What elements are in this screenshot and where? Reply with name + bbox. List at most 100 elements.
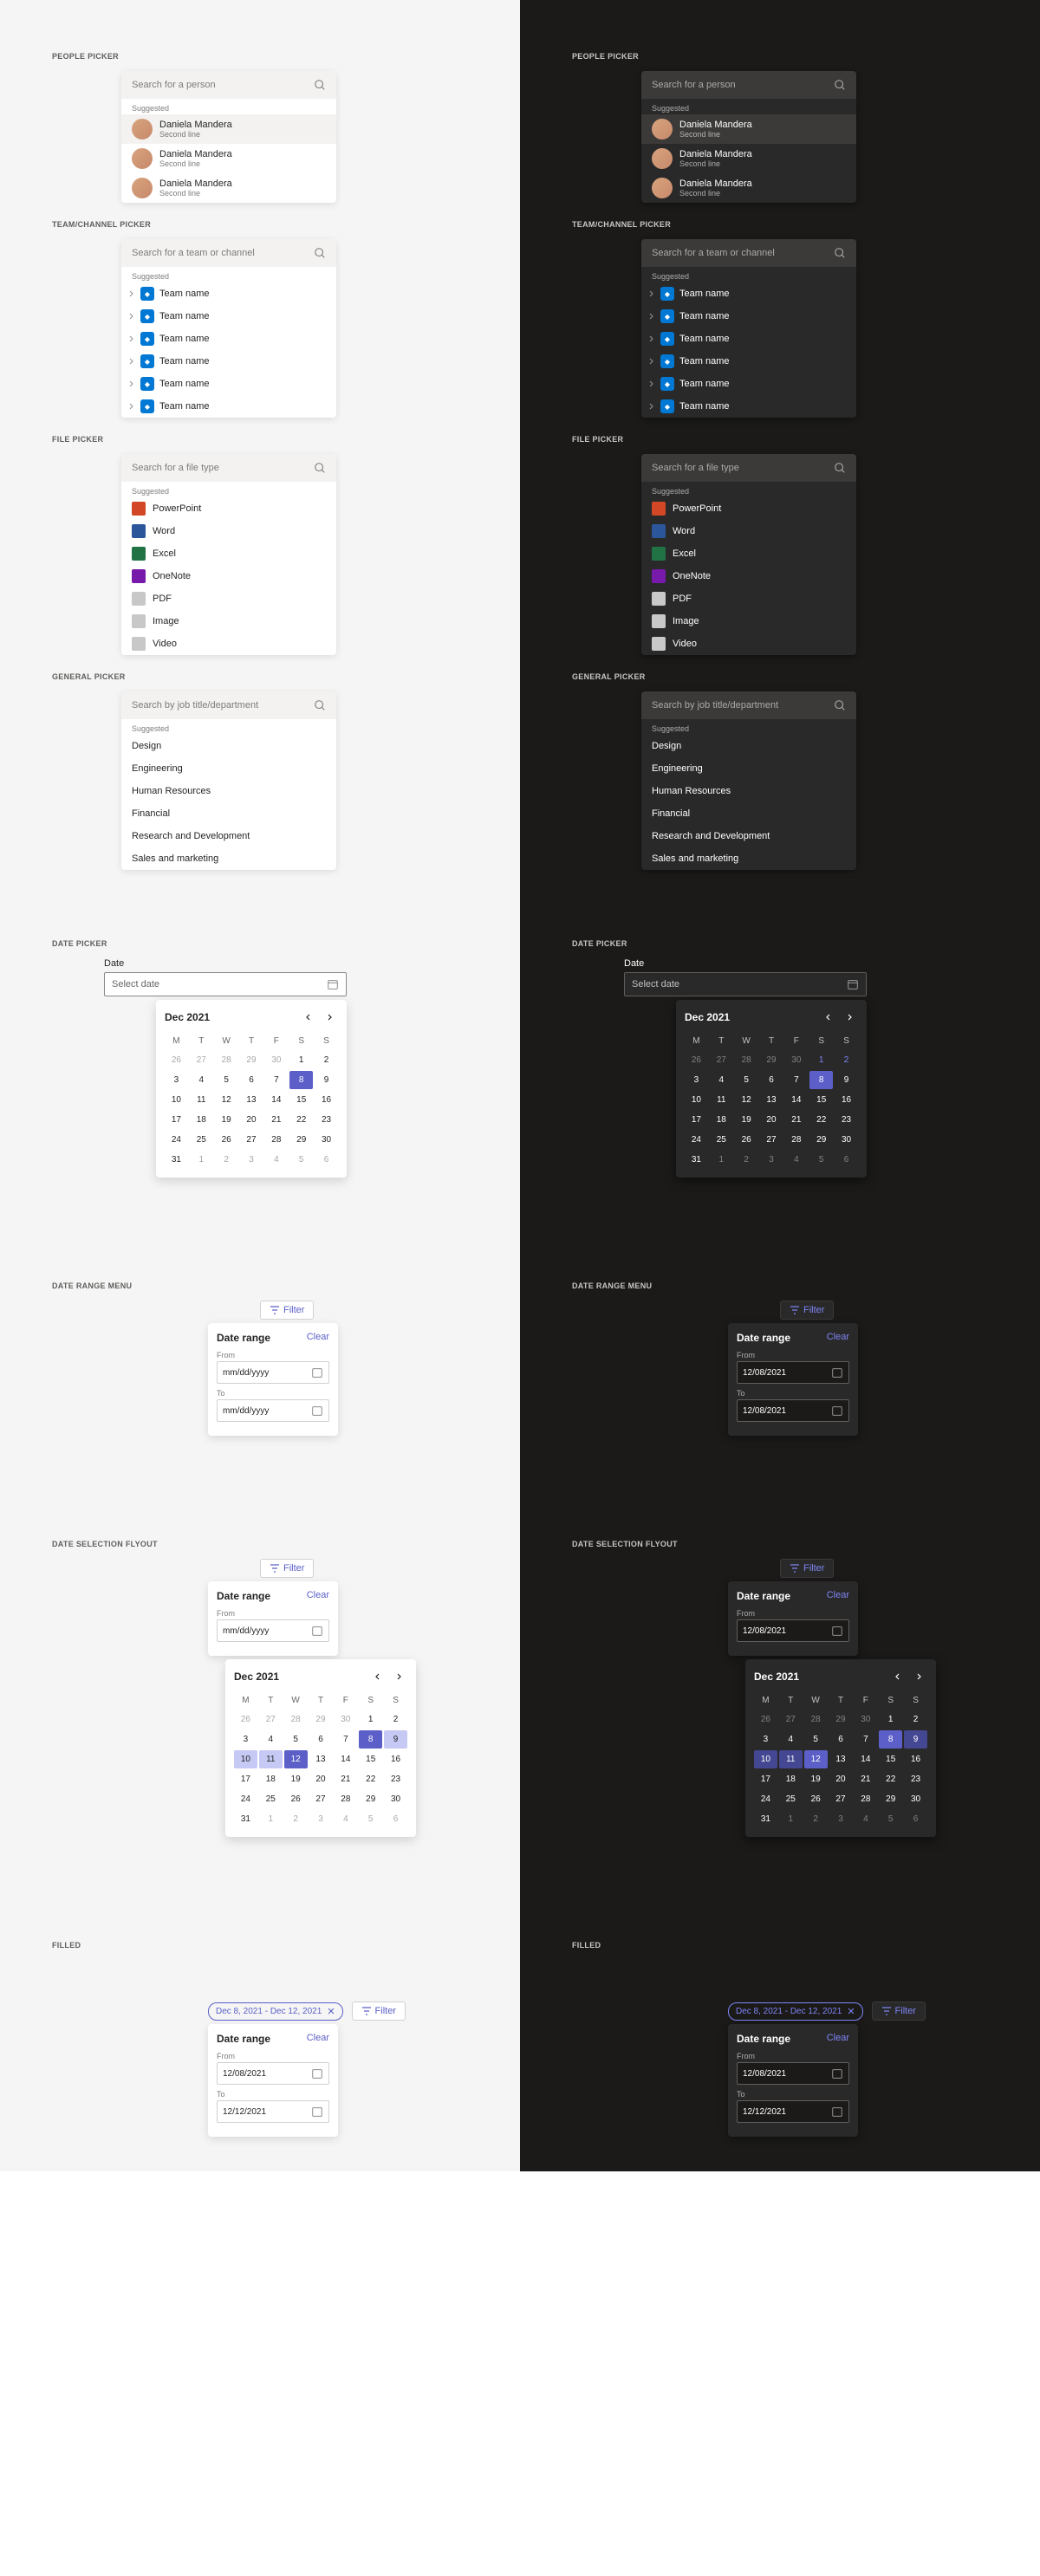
calendar-day[interactable]: 14	[334, 1750, 357, 1768]
calendar-day[interactable]: 18	[190, 1111, 213, 1129]
from-input[interactable]: 12/08/2021	[217, 2062, 329, 2085]
calendar-day[interactable]: 30	[835, 1131, 858, 1149]
calendar-day[interactable]: 31	[234, 1810, 257, 1828]
calendar-day[interactable]: 19	[284, 1770, 308, 1788]
calendar-day[interactable]: 10	[234, 1750, 257, 1768]
calendar-day[interactable]: 29	[359, 1790, 382, 1808]
prev-month-button[interactable]	[889, 1668, 907, 1685]
calendar-day[interactable]: 2	[835, 1051, 858, 1069]
calendar-day[interactable]: 31	[685, 1151, 708, 1169]
file-item[interactable]: PowerPoint	[641, 497, 856, 520]
calendar-day[interactable]: 14	[264, 1091, 288, 1109]
clear-button[interactable]: Clear	[827, 2033, 849, 2045]
calendar-day[interactable]: 19	[735, 1111, 758, 1129]
calendar-day[interactable]: 16	[315, 1091, 338, 1109]
calendar-day[interactable]: 24	[685, 1131, 708, 1149]
calendar-day[interactable]: 20	[309, 1770, 333, 1788]
calendar-day[interactable]: 3	[685, 1071, 708, 1089]
calendar-day[interactable]: 25	[779, 1790, 803, 1808]
calendar-day[interactable]: 27	[259, 1710, 283, 1729]
calendar-day[interactable]: 1	[359, 1710, 382, 1729]
calendar-day[interactable]: 1	[190, 1151, 213, 1169]
calendar-day[interactable]: 17	[165, 1111, 188, 1129]
calendar-day[interactable]: 31	[165, 1151, 188, 1169]
calendar-day[interactable]: 12	[804, 1750, 828, 1768]
calendar-day[interactable]: 29	[829, 1710, 853, 1729]
filter-button[interactable]: Filter	[260, 1301, 314, 1320]
calendar-day[interactable]: 3	[165, 1071, 188, 1089]
calendar-day[interactable]: 13	[829, 1750, 853, 1768]
general-item[interactable]: Design	[641, 735, 856, 757]
calendar-day[interactable]: 3	[240, 1151, 263, 1169]
calendar-day[interactable]: 17	[234, 1770, 257, 1788]
calendar-day[interactable]: 3	[760, 1151, 783, 1169]
calendar-day[interactable]: 27	[829, 1790, 853, 1808]
file-item[interactable]: Excel	[121, 542, 336, 565]
calendar-day[interactable]: 29	[879, 1790, 902, 1808]
calendar-day[interactable]: 24	[234, 1790, 257, 1808]
person-item[interactable]: Daniela ManderaSecond line	[121, 173, 336, 203]
calendar-day[interactable]: 20	[760, 1111, 783, 1129]
calendar-day[interactable]: 5	[809, 1151, 833, 1169]
calendar-day[interactable]: 22	[809, 1111, 833, 1129]
person-item[interactable]: Daniela ManderaSecond line	[121, 144, 336, 173]
date-range-pill[interactable]: Dec 8, 2021 - Dec 12, 2021 ✕	[728, 2002, 863, 2021]
calendar-day[interactable]: 2	[735, 1151, 758, 1169]
calendar-day[interactable]: 3	[754, 1730, 777, 1749]
clear-button[interactable]: Clear	[307, 1332, 329, 1344]
calendar-day[interactable]: 6	[240, 1071, 263, 1089]
search-row[interactable]	[121, 239, 336, 267]
calendar-day[interactable]: 19	[804, 1770, 828, 1788]
search-row[interactable]	[121, 454, 336, 482]
next-month-button[interactable]	[910, 1668, 927, 1685]
file-item[interactable]: OneNote	[121, 565, 336, 587]
calendar-day[interactable]: 19	[215, 1111, 238, 1129]
team-item[interactable]: ◆Team name	[121, 328, 336, 350]
calendar-day[interactable]: 20	[829, 1770, 853, 1788]
calendar-day[interactable]: 28	[264, 1131, 288, 1149]
calendar-day[interactable]: 25	[259, 1790, 283, 1808]
from-input[interactable]: mm/dd/yyyy	[217, 1619, 329, 1642]
search-row[interactable]	[641, 71, 856, 99]
calendar-day[interactable]: 12	[735, 1091, 758, 1109]
calendar-day[interactable]: 26	[215, 1131, 238, 1149]
general-item[interactable]: Engineering	[641, 757, 856, 780]
calendar-day[interactable]: 15	[809, 1091, 833, 1109]
calendar-day[interactable]: 26	[735, 1131, 758, 1149]
calendar-day[interactable]: 8	[359, 1730, 382, 1749]
search-row[interactable]	[121, 691, 336, 719]
calendar-day[interactable]: 4	[190, 1071, 213, 1089]
team-item[interactable]: ◆Team name	[641, 328, 856, 350]
calendar-day[interactable]: 4	[710, 1071, 733, 1089]
general-item[interactable]: Design	[121, 735, 336, 757]
calendar-day[interactable]: 21	[854, 1770, 877, 1788]
file-item[interactable]: PDF	[121, 587, 336, 610]
next-month-button[interactable]	[841, 1009, 858, 1026]
calendar-day[interactable]: 28	[784, 1131, 808, 1149]
team-item[interactable]: ◆Team name	[121, 305, 336, 328]
from-input[interactable]: 12/08/2021	[737, 1361, 849, 1384]
calendar-day[interactable]: 26	[754, 1710, 777, 1729]
general-item[interactable]: Sales and marketing	[121, 847, 336, 870]
general-item[interactable]: Financial	[641, 802, 856, 825]
calendar-day[interactable]: 30	[264, 1051, 288, 1069]
calendar-day[interactable]: 8	[809, 1071, 833, 1089]
calendar-day[interactable]: 30	[384, 1790, 407, 1808]
calendar-day[interactable]: 1	[809, 1051, 833, 1069]
close-icon[interactable]: ✕	[847, 2006, 855, 2017]
calendar-day[interactable]: 18	[779, 1770, 803, 1788]
file-item[interactable]: PDF	[641, 587, 856, 610]
calendar-day[interactable]: 30	[334, 1710, 357, 1729]
general-item[interactable]: Research and Development	[121, 825, 336, 847]
calendar-day[interactable]: 1	[879, 1710, 902, 1729]
calendar-day[interactable]: 12	[284, 1750, 308, 1768]
calendar-day[interactable]: 27	[309, 1790, 333, 1808]
general-item[interactable]: Human Resources	[121, 780, 336, 802]
calendar-day[interactable]: 18	[259, 1770, 283, 1788]
calendar-day[interactable]: 3	[309, 1810, 333, 1828]
calendar-day[interactable]: 26	[804, 1790, 828, 1808]
calendar-day[interactable]: 13	[309, 1750, 333, 1768]
file-item[interactable]: Image	[641, 610, 856, 633]
clear-button[interactable]: Clear	[827, 1590, 849, 1602]
calendar-day[interactable]: 15	[359, 1750, 382, 1768]
